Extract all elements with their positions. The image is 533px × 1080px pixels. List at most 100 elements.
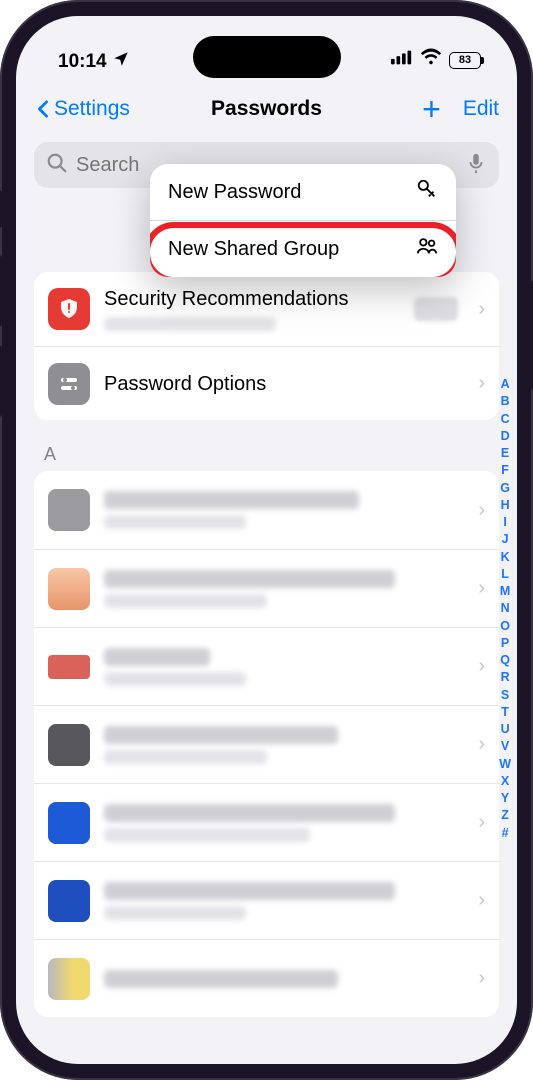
index-letter[interactable]: X bbox=[499, 773, 511, 789]
security-title: Security Recommendations bbox=[104, 287, 400, 311]
cellular-icon bbox=[391, 46, 413, 74]
options-title: Password Options bbox=[104, 372, 458, 396]
silence-switch bbox=[0, 345, 2, 417]
index-letter[interactable]: N bbox=[499, 600, 511, 616]
location-icon bbox=[112, 50, 130, 74]
menu-new-shared-group[interactable]: New Shared Group bbox=[150, 221, 456, 277]
chevron-right-icon: › bbox=[478, 889, 485, 912]
redacted-text bbox=[104, 491, 359, 509]
redacted-text bbox=[104, 750, 267, 764]
chevron-right-icon: › bbox=[478, 577, 485, 600]
redacted-text bbox=[104, 570, 395, 588]
dynamic-island bbox=[193, 36, 341, 78]
chevron-right-icon: › bbox=[478, 811, 485, 834]
index-letter[interactable]: I bbox=[499, 514, 511, 530]
list-item[interactable]: › bbox=[34, 939, 499, 1017]
people-icon bbox=[416, 235, 438, 263]
index-letter[interactable]: Y bbox=[499, 790, 511, 806]
index-letter[interactable]: F bbox=[499, 462, 511, 478]
menu-new-shared-group-label: New Shared Group bbox=[168, 238, 339, 261]
options-icon bbox=[48, 363, 90, 405]
index-letter[interactable]: H bbox=[499, 497, 511, 513]
alphabet-index[interactable]: ABCDEFGHIJKLMNOPQRSTUVWXYZ # bbox=[499, 376, 511, 841]
redacted-text bbox=[104, 317, 276, 331]
chevron-right-icon: › bbox=[478, 499, 485, 522]
list-item[interactable]: › bbox=[34, 705, 499, 783]
security-icon bbox=[48, 288, 90, 330]
add-menu: New Password New Shared Group bbox=[150, 164, 456, 277]
edit-button[interactable]: Edit bbox=[463, 97, 499, 121]
redacted-text bbox=[104, 594, 267, 608]
search-icon bbox=[46, 152, 68, 179]
index-letter[interactable]: J bbox=[499, 531, 511, 547]
index-letter[interactable]: B bbox=[499, 393, 511, 409]
site-icon bbox=[48, 958, 90, 1000]
index-letter[interactable]: D bbox=[499, 428, 511, 444]
back-button[interactable]: Settings bbox=[34, 97, 130, 121]
chevron-right-icon: › bbox=[478, 967, 485, 990]
index-letter[interactable]: W bbox=[499, 756, 511, 772]
add-button[interactable]: + bbox=[422, 101, 441, 117]
index-letter[interactable]: P bbox=[499, 635, 511, 651]
site-icon bbox=[48, 724, 90, 766]
index-letter[interactable]: S bbox=[499, 687, 511, 703]
index-letter[interactable]: V bbox=[499, 738, 511, 754]
index-letter[interactable]: # bbox=[499, 825, 511, 841]
password-options-row[interactable]: Password Options › bbox=[34, 346, 499, 420]
site-icon bbox=[48, 489, 90, 531]
redacted-text bbox=[104, 906, 246, 920]
chevron-right-icon: › bbox=[478, 655, 485, 678]
list-item[interactable]: › bbox=[34, 471, 499, 549]
content: Security Recommendations › bbox=[16, 188, 517, 1017]
settings-group: Security Recommendations › bbox=[34, 272, 499, 420]
menu-new-password[interactable]: New Password bbox=[150, 164, 456, 220]
redacted-text bbox=[104, 882, 395, 900]
redacted-text bbox=[104, 970, 338, 988]
list-item[interactable]: › bbox=[34, 627, 499, 705]
volume-down-btn bbox=[0, 255, 2, 327]
key-icon bbox=[416, 178, 438, 206]
status-time: 10:14 bbox=[58, 51, 107, 73]
mic-icon[interactable] bbox=[465, 152, 487, 179]
screen: 10:14 bbox=[16, 16, 517, 1064]
redacted-text bbox=[104, 515, 246, 529]
redacted-badge bbox=[414, 297, 458, 321]
device-frame: 10:14 bbox=[0, 0, 533, 1080]
chevron-right-icon: › bbox=[478, 733, 485, 756]
index-letter[interactable]: K bbox=[499, 549, 511, 565]
index-letter[interactable]: E bbox=[499, 445, 511, 461]
volume-up-btn bbox=[0, 190, 2, 228]
redacted-text bbox=[104, 672, 246, 686]
index-letter[interactable]: U bbox=[499, 721, 511, 737]
index-letter[interactable]: R bbox=[499, 669, 511, 685]
nav-bar: Settings Passwords + Edit bbox=[16, 80, 517, 138]
index-letter[interactable]: Z bbox=[499, 807, 511, 823]
index-letter[interactable]: M bbox=[499, 583, 511, 599]
battery-indicator: 83 bbox=[449, 52, 481, 69]
chevron-right-icon: › bbox=[478, 298, 485, 321]
section-header-a: A bbox=[44, 444, 489, 465]
redacted-text bbox=[104, 804, 395, 822]
redacted-text bbox=[104, 726, 338, 744]
index-letter[interactable]: O bbox=[499, 618, 511, 634]
wifi-icon bbox=[420, 46, 442, 74]
menu-new-password-label: New Password bbox=[168, 181, 301, 204]
list-item[interactable]: › bbox=[34, 783, 499, 861]
site-icon bbox=[48, 880, 90, 922]
password-list: › › bbox=[34, 471, 499, 1017]
index-letter[interactable]: G bbox=[499, 480, 511, 496]
security-recommendations-row[interactable]: Security Recommendations › bbox=[34, 272, 499, 346]
site-icon bbox=[48, 655, 90, 679]
redacted-text bbox=[104, 648, 210, 666]
chevron-right-icon: › bbox=[478, 372, 485, 395]
index-letter[interactable]: T bbox=[499, 704, 511, 720]
battery-pct: 83 bbox=[449, 52, 481, 69]
index-letter[interactable]: C bbox=[499, 411, 511, 427]
list-item[interactable]: › bbox=[34, 861, 499, 939]
back-label: Settings bbox=[54, 97, 130, 121]
index-letter[interactable]: A bbox=[499, 376, 511, 392]
redacted-text bbox=[104, 828, 310, 842]
index-letter[interactable]: L bbox=[499, 566, 511, 582]
list-item[interactable]: › bbox=[34, 549, 499, 627]
index-letter[interactable]: Q bbox=[499, 652, 511, 668]
